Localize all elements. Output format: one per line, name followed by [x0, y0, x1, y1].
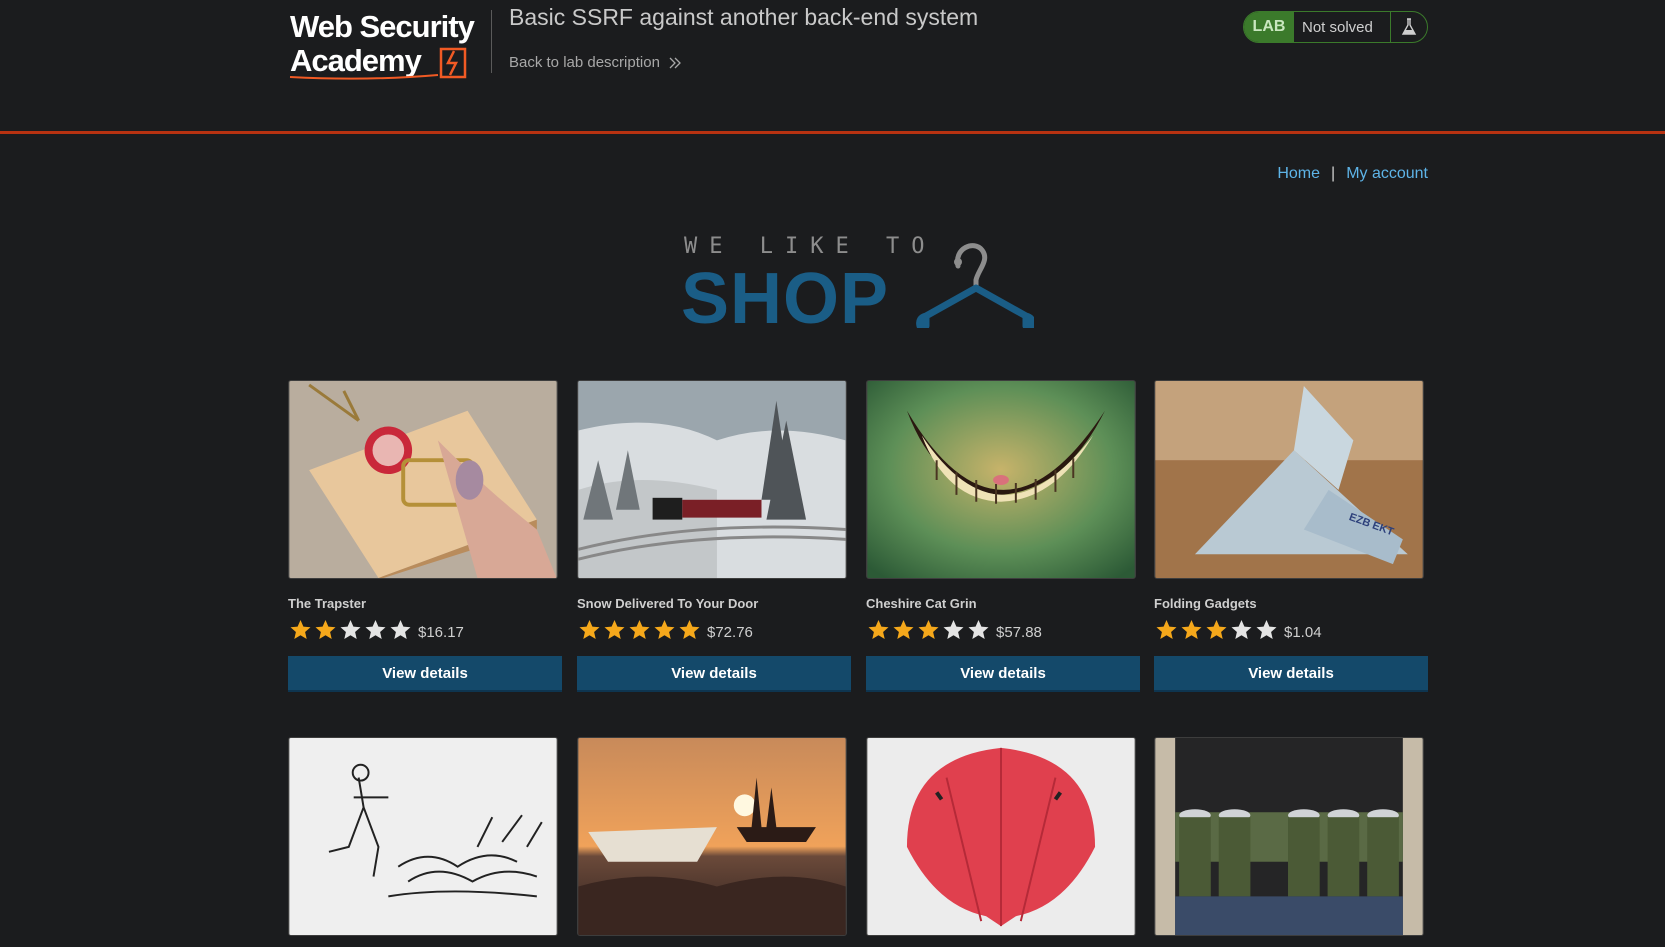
product-image-paper-bird: EZB EKT	[1154, 380, 1424, 579]
product-image-red-umbrella	[866, 737, 1136, 936]
view-details-button[interactable]: View details	[1154, 656, 1428, 692]
product-card	[577, 737, 851, 936]
view-details-button[interactable]: View details	[288, 656, 562, 692]
lab-badge: LAB	[1244, 12, 1294, 42]
nav-separator: |	[1331, 165, 1336, 182]
star-empty-icon	[968, 620, 989, 639]
product-card: The Trapster $16.17 View details	[288, 380, 562, 692]
shop-banner: WE LIKE TO SHOP	[681, 228, 1041, 339]
flask-icon[interactable]	[1391, 12, 1427, 42]
star-filled-icon	[654, 620, 675, 639]
star-empty-icon	[1256, 620, 1277, 639]
product-image-paper-boat-sunset	[577, 737, 847, 936]
double-chevron-right-icon	[669, 57, 681, 68]
view-details-button[interactable]: View details	[577, 656, 851, 692]
svg-text:Web Security: Web Security	[290, 9, 476, 44]
product-name: Folding Gadgets	[1154, 596, 1257, 611]
star-filled-icon	[1206, 620, 1227, 639]
logo-divider	[491, 10, 492, 73]
product-rating: $57.88	[866, 618, 1140, 642]
product-image-beer-belt	[1154, 737, 1424, 936]
product-name: Cheshire Cat Grin	[866, 596, 977, 611]
web-security-academy-logo[interactable]: Web Security Academy	[288, 9, 488, 83]
star-empty-icon	[943, 620, 964, 639]
star-filled-icon	[290, 620, 311, 639]
product-price: $16.17	[418, 623, 464, 641]
star-filled-icon	[893, 620, 914, 639]
star-filled-icon	[579, 620, 600, 639]
product-rating: $1.04	[1154, 618, 1428, 642]
lab-header: Web Security Academy Basic SSRF against …	[0, 0, 1665, 134]
back-link-label: Back to lab description	[509, 54, 660, 71]
view-details-button[interactable]: View details	[866, 656, 1140, 692]
star-empty-icon	[365, 620, 386, 639]
star-filled-icon	[918, 620, 939, 639]
star-filled-icon	[679, 620, 700, 639]
product-card	[1154, 737, 1428, 936]
product-card: EZB EKT Folding Gadgets $1.04 View detai…	[1154, 380, 1428, 692]
back-to-lab-description-link[interactable]: Back to lab description	[509, 54, 682, 71]
star-empty-icon	[390, 620, 411, 639]
lab-title: Basic SSRF against another back-end syst…	[509, 4, 979, 30]
product-price: $72.76	[707, 623, 753, 641]
product-image-mousetrap	[288, 380, 558, 579]
star-filled-icon	[315, 620, 336, 639]
product-card	[288, 737, 562, 936]
product-name: Snow Delivered To Your Door	[577, 596, 759, 611]
product-price: $57.88	[996, 623, 1042, 641]
lab-status-widget: LAB Not solved	[1243, 11, 1428, 43]
lab-status-text: Not solved	[1294, 12, 1391, 42]
product-image-sketch-drawing	[288, 737, 558, 936]
product-rating: $16.17	[288, 618, 562, 642]
star-empty-icon	[340, 620, 361, 639]
product-price: $1.04	[1284, 623, 1322, 641]
product-rating: $72.76	[577, 618, 851, 642]
star-filled-icon	[604, 620, 625, 639]
product-image-snow-train	[577, 380, 847, 579]
hanger-icon	[916, 243, 1034, 328]
product-image-cat-grin	[866, 380, 1136, 579]
star-filled-icon	[1156, 620, 1177, 639]
product-card: Snow Delivered To Your Door $72.76 View …	[577, 380, 851, 692]
star-filled-icon	[1181, 620, 1202, 639]
star-filled-icon	[868, 620, 889, 639]
banner-tagline: WE LIKE TO	[684, 234, 937, 259]
nav-my-account-link[interactable]: My account	[1346, 165, 1428, 183]
star-filled-icon	[629, 620, 650, 639]
svg-text:Academy: Academy	[290, 43, 423, 78]
product-card: Cheshire Cat Grin $57.88 View details	[866, 380, 1140, 692]
nav-home-link[interactable]: Home	[1277, 165, 1320, 183]
product-name: The Trapster	[288, 596, 367, 611]
star-empty-icon	[1231, 620, 1252, 639]
top-nav: Home | My account	[1277, 165, 1428, 183]
product-card	[866, 737, 1140, 936]
banner-shop-text: SHOP	[681, 259, 890, 339]
